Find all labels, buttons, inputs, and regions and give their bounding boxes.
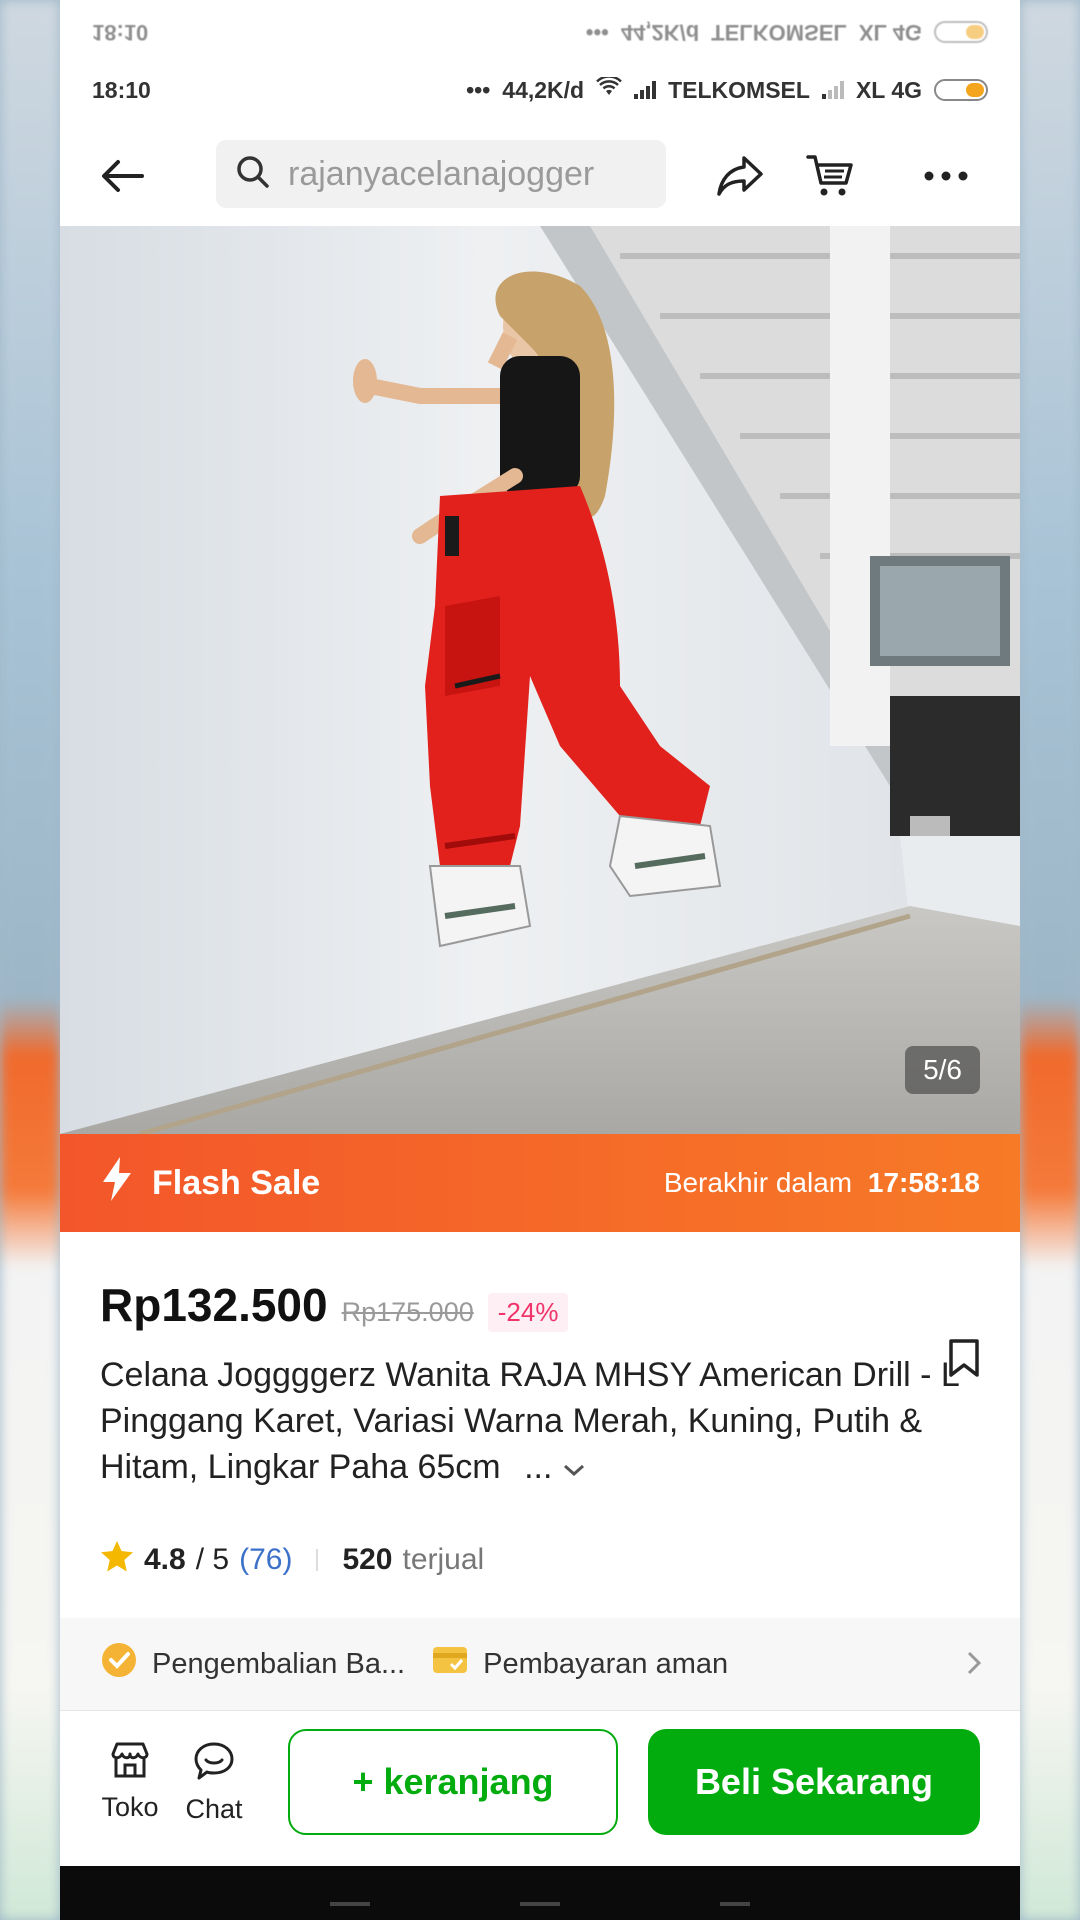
chevron-down-icon bbox=[563, 1464, 584, 1477]
sold-count: 520 bbox=[342, 1543, 393, 1576]
rating-value: 4.8 bbox=[144, 1543, 186, 1576]
ghost-carrier1: TELKOMSEL bbox=[711, 20, 847, 45]
top-nav: rajanyacelanajogger bbox=[60, 128, 1020, 220]
status-right: ••• 44,2K/d TELKOMSEL XL 4G bbox=[466, 75, 988, 104]
shop-icon bbox=[110, 1741, 150, 1786]
carrier-1: TELKOMSEL bbox=[668, 76, 810, 103]
countdown-timer: 17:58:18 bbox=[867, 1167, 980, 1198]
cart-icon[interactable] bbox=[802, 148, 858, 204]
wifi-icon bbox=[596, 75, 622, 103]
ghost-status-bar: 18:10 ••• 44,2K/d TELKOMSEL XL 4G bbox=[60, 0, 1020, 64]
title-ellipsis: ... bbox=[524, 1448, 553, 1486]
carrier-2: XL 4G bbox=[855, 76, 922, 103]
benefit-return: Pengembalian Ba... bbox=[100, 1641, 405, 1687]
product-title[interactable]: Celana Joggggerz Wanita RAJA MHSY Americ… bbox=[100, 1352, 980, 1490]
price-row: Rp132.500 Rp175.000 -24% bbox=[100, 1278, 569, 1332]
current-price: Rp132.500 bbox=[100, 1279, 328, 1331]
secure-payment-icon bbox=[431, 1644, 469, 1684]
search-icon bbox=[236, 155, 270, 194]
status-dots: ••• bbox=[466, 76, 491, 103]
back-arrow-icon[interactable] bbox=[94, 148, 150, 204]
star-icon bbox=[100, 1540, 134, 1580]
status-bar: 18:10 ••• 44,2K/d TELKOMSEL XL 4G bbox=[60, 64, 1020, 116]
system-navigation-bar bbox=[60, 1866, 1020, 1920]
flash-sale-countdown: Berakhir dalam 17:58:18 bbox=[664, 1167, 980, 1199]
ghost-battery-icon bbox=[934, 21, 988, 43]
benefit-payment: Pembayaran aman bbox=[431, 1644, 728, 1684]
home-hint[interactable] bbox=[520, 1902, 560, 1906]
discount-badge: -24% bbox=[487, 1293, 569, 1332]
buy-now-button[interactable]: Beli Sekarang bbox=[648, 1729, 980, 1835]
chat-label: Chat bbox=[185, 1794, 243, 1824]
flash-sale-label: Flash Sale bbox=[152, 1163, 321, 1202]
ends-label: Berakhir dalam bbox=[663, 1167, 853, 1198]
status-time: 18:10 bbox=[92, 76, 151, 103]
search-input[interactable]: rajanyacelanajogger bbox=[216, 140, 666, 208]
benefit-payment-label: Pembayaran aman bbox=[483, 1647, 729, 1680]
rating-row[interactable]: 4.8 / 5 (76) 520 terjual bbox=[100, 1540, 484, 1580]
benefit-row[interactable]: Pengembalian Ba... Pembayaran aman bbox=[60, 1618, 1020, 1710]
product-photo-illustration bbox=[60, 226, 1020, 1134]
ghost-dots: ••• bbox=[585, 20, 609, 45]
benefit-return-label: Pengembalian Ba... bbox=[152, 1647, 406, 1680]
battery-icon bbox=[934, 79, 988, 101]
recent-apps-hint[interactable] bbox=[330, 1902, 370, 1906]
ghost-carrier2: XL 4G bbox=[858, 20, 922, 45]
network-speed: 44,2K/d bbox=[502, 76, 585, 103]
lightning-icon bbox=[100, 1156, 134, 1211]
flash-sale-banner: Flash Sale Berakhir dalam 17:58:18 bbox=[60, 1134, 1020, 1232]
title-more[interactable]: ... bbox=[524, 1448, 586, 1486]
add-to-cart-button[interactable]: + keranjang bbox=[288, 1729, 618, 1835]
signal-icon bbox=[634, 81, 657, 99]
search-text: rajanyacelanajogger bbox=[288, 154, 595, 193]
chat-icon bbox=[193, 1741, 235, 1788]
ghost-speed: 44,2K/d bbox=[620, 20, 700, 45]
image-counter: 5/6 bbox=[905, 1046, 980, 1094]
share-icon[interactable] bbox=[712, 148, 768, 204]
backdrop-left bbox=[0, 0, 60, 1920]
chevron-right-icon[interactable] bbox=[966, 1650, 982, 1684]
backdrop-right bbox=[1020, 0, 1080, 1920]
review-count[interactable]: (76) bbox=[239, 1543, 292, 1577]
divider bbox=[316, 1549, 319, 1571]
sold-label: terjual bbox=[402, 1543, 485, 1576]
return-badge-icon bbox=[100, 1641, 138, 1687]
more-options-icon[interactable] bbox=[918, 148, 974, 204]
shop-label: Toko bbox=[101, 1792, 159, 1822]
back-hint[interactable] bbox=[720, 1902, 750, 1906]
chat-button[interactable]: Chat bbox=[174, 1741, 254, 1825]
app-screen: 18:10 ••• 44,2K/d TELKOMSEL XL 4G 18:10 … bbox=[60, 0, 1020, 1920]
ghost-time: 18:10 bbox=[92, 20, 149, 45]
original-price: Rp175.000 bbox=[341, 1297, 474, 1327]
product-image[interactable]: 5/6 bbox=[60, 226, 1020, 1134]
ghost-status-right: ••• 44,2K/d TELKOMSEL XL 4G bbox=[586, 19, 988, 45]
rating-max: / 5 bbox=[195, 1543, 230, 1576]
wishlist-bookmark-icon[interactable] bbox=[948, 1338, 980, 1383]
shop-button[interactable]: Toko bbox=[90, 1741, 170, 1823]
bottom-action-bar: Toko Chat + keranjang Beli Sekarang bbox=[60, 1710, 1020, 1867]
signal-weak-icon bbox=[821, 81, 844, 99]
